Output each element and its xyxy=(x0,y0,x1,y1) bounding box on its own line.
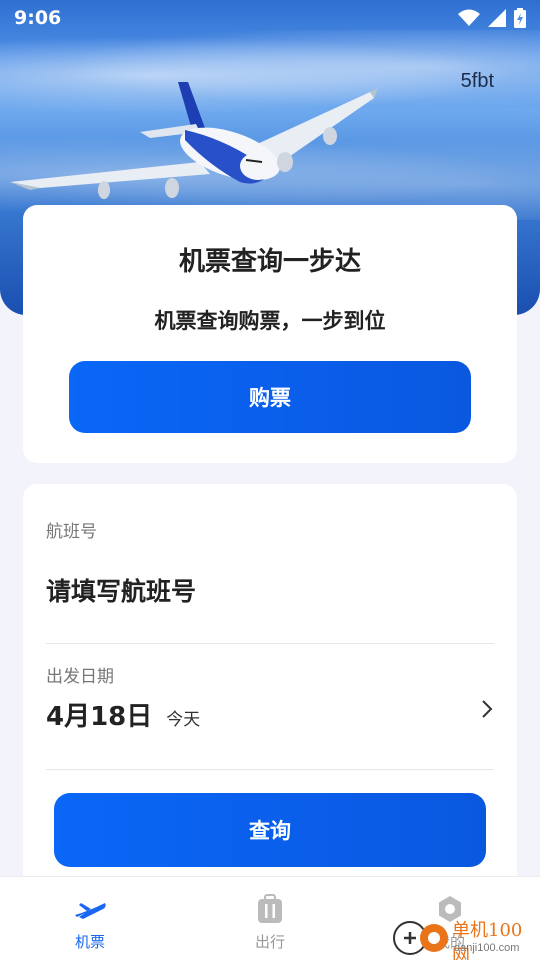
promo-title: 机票查询一步达 xyxy=(178,247,361,277)
watermark-url: danji100.com xyxy=(454,942,520,954)
flight-number-input[interactable]: 请填写航班号 xyxy=(46,572,196,608)
watermark-logo: 单机100网 danji100.com xyxy=(390,910,540,960)
promo-card: 机票查询一步达 机票查询购票，一步到位 购票 xyxy=(23,205,517,463)
departure-date-day: 今天 xyxy=(166,709,201,730)
status-icons xyxy=(458,8,526,28)
promo-subtitle: 机票查询购票，一步到位 xyxy=(154,309,386,333)
airplane-illustration xyxy=(10,82,378,199)
status-bar: 9:06 xyxy=(0,0,540,36)
signal-icon xyxy=(488,9,506,27)
query-button[interactable]: 查询 xyxy=(54,793,486,867)
nav-label-tickets: 机票 xyxy=(74,933,105,951)
divider xyxy=(46,769,494,770)
flight-number-label: 航班号 xyxy=(46,522,97,542)
brand-tag: 5fbt xyxy=(460,70,494,92)
buy-ticket-button[interactable]: 购票 xyxy=(69,361,471,433)
divider xyxy=(46,643,494,644)
departure-date-label: 出发日期 xyxy=(46,667,114,687)
status-time: 9:06 xyxy=(14,7,62,29)
departure-date-selector[interactable]: 4月18日 今天 xyxy=(46,694,494,734)
chevron-right-icon xyxy=(482,700,493,718)
nav-item-tickets[interactable]: 机票 xyxy=(30,877,150,960)
airplane-icon xyxy=(73,893,107,925)
flight-query-card: 航班号 请填写航班号 出发日期 4月18日 今天 查询 xyxy=(23,484,517,904)
nav-item-trips[interactable]: 出行 xyxy=(210,877,330,960)
wifi-icon xyxy=(458,9,480,26)
nav-label-trips: 出行 xyxy=(254,933,285,951)
suitcase-icon xyxy=(257,893,283,925)
departure-date-value: 4月18日 xyxy=(46,701,153,732)
watermark-icon xyxy=(393,921,448,955)
battery-icon xyxy=(514,8,526,28)
